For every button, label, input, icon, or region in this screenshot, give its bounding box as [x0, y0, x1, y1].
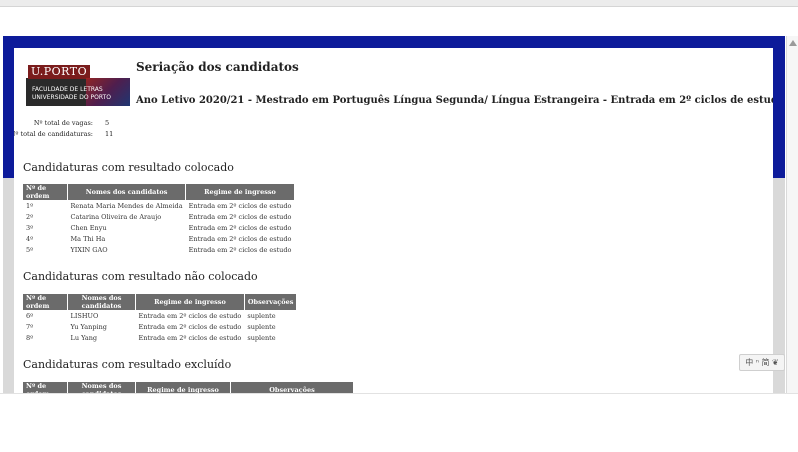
table-row: 3º Chen Enyu Entrada em 2º ciclos de est… [26, 223, 292, 232]
table-header-row: Nº de ordem Nomes dos candidatos Regime … [23, 382, 354, 393]
university-logo: U.PORTO FACULDADE DE LETRAS UNIVERSIDADE… [26, 64, 130, 106]
table-row: 5º YIXIN GAO Entrada em 2º ciclos de est… [26, 245, 292, 254]
window-bottom-area [0, 393, 798, 452]
scroll-up-icon[interactable] [789, 40, 797, 46]
col-header-regime: Regime de ingresso [135, 382, 231, 393]
section-heading-colocado: Candidaturas com resultado colocado [23, 161, 234, 174]
vertical-scrollbar[interactable] [786, 36, 798, 393]
table-row: 4º Ma Thi Ha Entrada em 2º ciclos de est… [26, 234, 292, 243]
total-vagas-value: 5 [105, 119, 110, 127]
col-header-nomes: Nomes dos candidatos [67, 294, 136, 310]
totals-block: Nº total de vagas: 5 Nº total de candida… [14, 118, 773, 140]
col-header-ordem: Nº de ordem [23, 294, 68, 310]
section-heading-excluido: Candidaturas com resultado excluído [23, 358, 232, 371]
total-candidaturas-label: Nº total de candidaturas: [14, 130, 93, 138]
table-row: 1º Renata Maria Mendes de Almeida Entrad… [26, 201, 292, 210]
ime-toolbar[interactable]: 中 ⁿ 简 ❦ [739, 354, 785, 371]
logo-line-2: UNIVERSIDADE DO PORTO [32, 94, 111, 101]
table-header-row: Nº de ordem Nomes dos candidatos Regime … [23, 294, 298, 310]
total-candidaturas-row: Nº total de candidaturas: 11 [14, 129, 773, 140]
table-nao-colocado: Nº de ordem Nomes dos candidatos Regime … [23, 294, 298, 343]
total-vagas-row: Nº total de vagas: 5 [14, 118, 773, 129]
page-title: Seriação dos candidatos [136, 60, 299, 74]
section-heading-nao-colocado: Candidaturas com resultado não colocado [23, 270, 258, 283]
table-row: 6º LISHUO Entrada em 2º ciclos de estudo… [26, 311, 276, 320]
table-row: 7º Yu Yanping Entrada em 2º ciclos de es… [26, 322, 276, 331]
total-candidaturas-value: 11 [105, 130, 114, 138]
table-row: 2º Catarina Oliveira de Araujo Entrada e… [26, 212, 292, 221]
col-header-regime: Regime de ingresso [185, 184, 295, 200]
window-top-bar [0, 0, 798, 7]
col-header-observacoes: Observações [230, 382, 354, 393]
col-header-observacoes: Observações [244, 294, 298, 310]
document-page: U.PORTO FACULDADE DE LETRAS UNIVERSIDADE… [14, 48, 773, 393]
page-subtitle: Ano Letivo 2020/21 - Mestrado em Portugu… [136, 95, 773, 106]
logo-line-1: FACULDADE DE LETRAS [32, 86, 103, 93]
table-header-row: Nº de ordem Nomes dos candidatos Regime … [23, 184, 295, 200]
logo-brand: U.PORTO [28, 65, 91, 79]
table-row: 8º Lu Yang Entrada em 2º ciclos de estud… [26, 333, 276, 342]
col-header-ordem: Nº de ordem [23, 184, 68, 200]
col-header-nomes: Nomes dos candidatos [67, 184, 187, 200]
col-header-regime: Regime de ingresso [135, 294, 245, 310]
total-vagas-label: Nº total de vagas: [33, 119, 93, 127]
col-header-ordem: Nº de ordem [23, 382, 68, 393]
col-header-nomes: Nomes dos candidatos [67, 382, 136, 393]
table-colocado: Nº de ordem Nomes dos candidatos Regime … [23, 184, 295, 255]
table-excluido: Nº de ordem Nomes dos candidatos Regime … [23, 382, 354, 393]
